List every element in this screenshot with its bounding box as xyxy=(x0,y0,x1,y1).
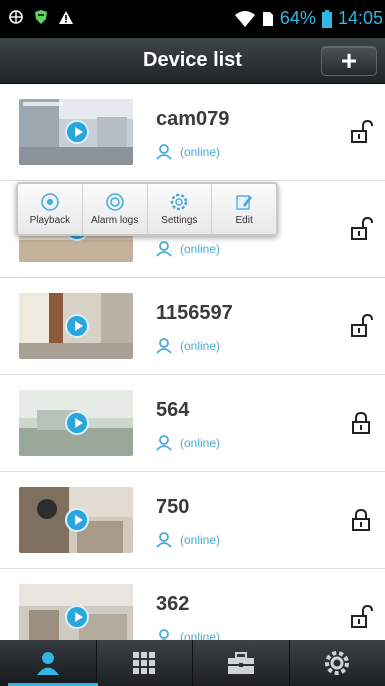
gear-icon xyxy=(325,651,350,675)
online-status: (online) xyxy=(180,145,221,159)
camera-thumbnail[interactable] xyxy=(19,487,133,553)
warning-icon xyxy=(59,10,73,24)
device-name: 750 xyxy=(156,496,190,518)
playback-label: Playback xyxy=(29,214,71,226)
play-icon[interactable] xyxy=(65,508,89,532)
device-list: cam079 (online) (online) 1156597 (online… xyxy=(0,84,385,640)
device-status: (online) xyxy=(156,435,220,451)
settings-label: Settings xyxy=(161,214,198,226)
tab-devices[interactable] xyxy=(0,640,97,686)
device-row[interactable]: 564 (online) xyxy=(0,375,385,472)
device-status: (online) xyxy=(156,144,220,160)
play-icon[interactable] xyxy=(65,314,89,338)
edit-icon xyxy=(236,194,253,210)
online-status: (online) xyxy=(180,436,221,450)
app-screen: 64% 14:05 Device list + cam079 (online) … xyxy=(0,0,385,686)
online-status: (online) xyxy=(180,339,221,353)
edit-button[interactable]: Edit xyxy=(212,184,276,234)
camera-thumbnail[interactable] xyxy=(19,390,133,456)
playback-button[interactable]: Playback xyxy=(18,184,83,234)
user-online-icon xyxy=(156,435,172,451)
gear-icon xyxy=(171,193,188,210)
online-status: (online) xyxy=(180,242,221,256)
device-name: cam079 xyxy=(156,108,230,130)
toolbox-icon xyxy=(227,652,254,674)
locked-icon[interactable] xyxy=(349,507,373,533)
play-icon[interactable] xyxy=(65,120,89,144)
online-status: (online) xyxy=(180,533,221,547)
unlocked-icon[interactable] xyxy=(349,119,373,145)
user-icon xyxy=(36,652,59,675)
clock: 14:05 xyxy=(337,8,383,28)
locked-icon[interactable] xyxy=(349,410,373,436)
user-online-icon xyxy=(156,338,172,354)
add-device-button[interactable]: + xyxy=(321,46,377,76)
device-status: (online) xyxy=(156,629,220,640)
device-name: 564 xyxy=(156,399,190,421)
wifi-icon xyxy=(234,10,255,27)
bottom-nav xyxy=(0,640,385,686)
device-row[interactable]: 362 (online) xyxy=(0,569,385,640)
shield-icon xyxy=(35,10,47,24)
alarm-logs-label: Alarm logs xyxy=(91,214,139,226)
device-row[interactable]: 1156597 (online) xyxy=(0,278,385,375)
user-online-icon xyxy=(159,629,169,640)
tab-settings[interactable] xyxy=(290,640,385,686)
device-name: 362 xyxy=(156,593,190,615)
camera-thumbnail[interactable] xyxy=(19,99,133,165)
alarm-logs-icon xyxy=(105,192,124,211)
device-name: 1156597 xyxy=(156,302,233,324)
device-action-menu: Playback Alarm logs Settings Edit xyxy=(16,182,278,236)
tab-tools[interactable] xyxy=(193,640,290,686)
battery-percent: 64% xyxy=(279,8,316,28)
device-status: (online) xyxy=(156,532,220,548)
camera-thumbnail[interactable] xyxy=(19,293,133,359)
play-icon[interactable] xyxy=(65,605,89,629)
system-icons: 64% 14:05 xyxy=(234,8,383,29)
play-icon[interactable] xyxy=(65,411,89,435)
user-online-icon xyxy=(156,144,172,160)
app-header: Device list + xyxy=(0,38,385,84)
unlocked-icon[interactable] xyxy=(349,216,373,242)
settings-button[interactable]: Settings xyxy=(148,184,213,234)
edit-label: Edit xyxy=(235,214,253,226)
device-status: (online) xyxy=(156,338,220,354)
gps-icon xyxy=(9,10,23,24)
playback-icon xyxy=(41,192,59,211)
device-row[interactable]: 750 (online) xyxy=(0,472,385,569)
notification-icons xyxy=(8,9,74,25)
device-row[interactable]: cam079 (online) xyxy=(0,84,385,181)
device-status: (online) xyxy=(156,241,220,257)
tab-multi-view[interactable] xyxy=(97,640,193,686)
online-status: (online) xyxy=(180,630,221,640)
user-online-icon xyxy=(156,241,172,257)
status-bar: 64% 14:05 xyxy=(0,0,385,38)
user-online-icon xyxy=(156,532,172,548)
alarm-logs-button[interactable]: Alarm logs xyxy=(83,184,148,234)
unlocked-icon[interactable] xyxy=(349,604,373,630)
camera-thumbnail[interactable] xyxy=(19,584,133,640)
grid-icon xyxy=(133,652,156,674)
sim-card-icon xyxy=(262,11,273,26)
unlocked-icon[interactable] xyxy=(349,313,373,339)
battery-icon xyxy=(321,9,332,28)
